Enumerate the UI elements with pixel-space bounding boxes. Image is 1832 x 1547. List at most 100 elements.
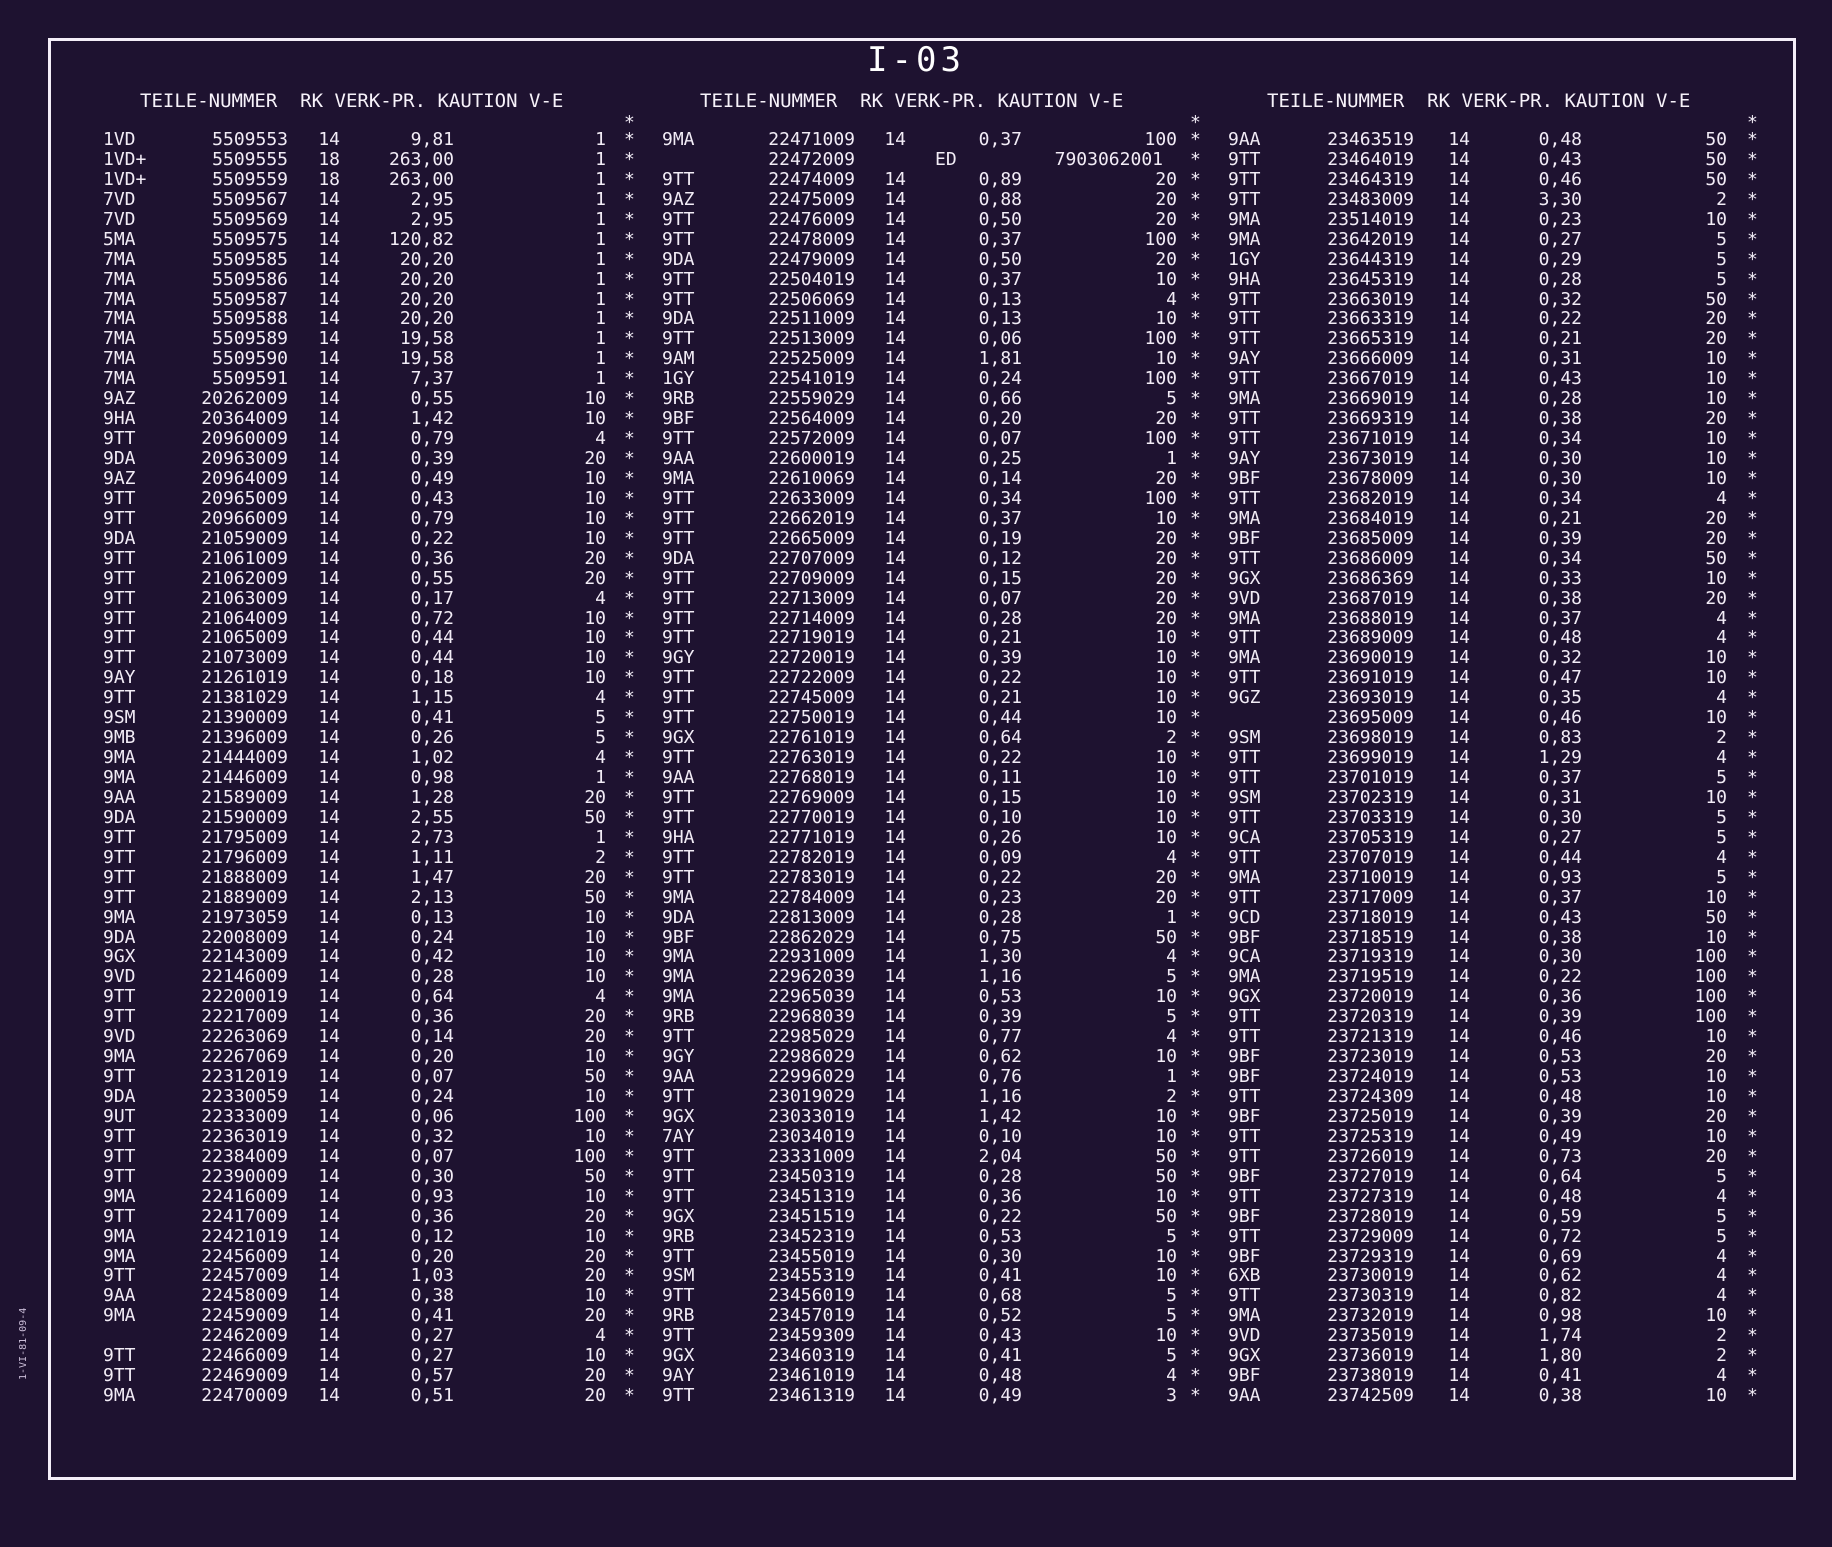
cell-rk: 14	[1448, 268, 1470, 290]
cell-code: 9MA	[1228, 228, 1261, 250]
cell-rk: 14	[1448, 587, 1470, 609]
cell-price: 0,47	[1538, 667, 1582, 689]
cell-code: 9GX	[1228, 1345, 1261, 1367]
cell-price: 0,39	[1538, 1006, 1582, 1028]
cell-part: 23730319	[1327, 1285, 1414, 1307]
cell-part: 23720319	[1327, 1006, 1414, 1028]
cell-code: 9MA	[1228, 1305, 1261, 1327]
cell-code: 9CA	[1228, 826, 1261, 848]
cell-code: 9MA	[1228, 388, 1261, 410]
cell-price: 0,34	[1538, 547, 1582, 569]
cell-code: 9TT	[1228, 1086, 1261, 1107]
cell-star: *	[1747, 1245, 1758, 1267]
cell-part: 23464319	[1327, 168, 1414, 190]
cell-ve: 10	[1705, 1125, 1727, 1147]
table-row: 9TT 23720319 14 0,39 100 *	[0, 1007, 1770, 1027]
cell-star: *	[1747, 1325, 1758, 1347]
cell-price: 0,82	[1538, 1285, 1582, 1307]
cell-ve: 50	[1705, 168, 1727, 190]
table-row: 9MA 23719519 14 0,22 100 *	[0, 967, 1770, 987]
cell-star: *	[1747, 607, 1758, 629]
cell-star: *	[1747, 268, 1758, 290]
cell-price: 0,62	[1538, 1265, 1582, 1287]
column-header-1: TEILE-NUMMER RK VERK-PR. KAUTION V-E	[140, 90, 563, 112]
table-row: 9BF 23724019 14 0,53 10 *	[0, 1067, 1770, 1087]
cell-part: 23707019	[1327, 846, 1414, 868]
table-row: 9HA 23645319 14 0,28 5 *	[0, 268, 1770, 290]
table-row: 9TT 23686009 14 0,34 50 *	[0, 547, 1770, 569]
cell-ve: 50	[1705, 288, 1727, 310]
cell-star: *	[1747, 1105, 1758, 1127]
cell-code: 9BF	[1228, 1046, 1261, 1068]
cell-ve: 10	[1705, 208, 1727, 230]
table-row: 9GX 23720019 14 0,36 100 *	[0, 987, 1770, 1007]
cell-code: 9TT	[1228, 667, 1261, 689]
cell-star: *	[1747, 986, 1758, 1008]
cell-rk: 14	[1448, 926, 1470, 948]
cell-code: 9TT	[1228, 886, 1261, 908]
cell-price: 0,49	[1538, 1125, 1582, 1147]
cell-ve: 4	[1716, 607, 1727, 629]
cell-star: *	[1747, 1185, 1758, 1207]
cell-part: 23690019	[1327, 647, 1414, 669]
header-rk: RK	[860, 90, 884, 112]
header-v-e: V-E	[1089, 90, 1124, 112]
cell-part: 23673019	[1327, 448, 1414, 469]
cell-ve: 20	[1705, 527, 1727, 549]
cell-rk: 14	[1448, 886, 1470, 908]
cell-ve: 50	[1705, 148, 1727, 170]
cell-ve: 10	[1705, 786, 1727, 808]
cell-star: *	[1747, 1265, 1758, 1287]
cell-rk: 14	[1448, 487, 1470, 509]
table-row: 9TT 23724309 14 0,48 10 *	[0, 1087, 1770, 1107]
cell-code: 9TT	[1228, 1145, 1261, 1167]
cell-ve: 5	[1716, 228, 1727, 250]
cell-part: 23721319	[1327, 1026, 1414, 1048]
cell-rk: 14	[1448, 1046, 1470, 1068]
cell-code: 9TT	[1228, 806, 1261, 828]
cell-code: 9BF	[1228, 1105, 1261, 1127]
cell-star: *	[1747, 707, 1758, 729]
cell-star: *	[1747, 627, 1758, 649]
cell-price: 0,39	[1538, 1105, 1582, 1127]
cell-rk: 14	[1448, 188, 1470, 210]
table-row: 9TT 23682019 14 0,34 4 *	[0, 487, 1770, 509]
cell-star: *	[1747, 1225, 1758, 1247]
cell-ve: 10	[1705, 707, 1727, 729]
table-row: 9BF 23718519 14 0,38 10 *	[0, 926, 1770, 948]
cell-price: 0,73	[1538, 1145, 1582, 1167]
cell-ve: 20	[1705, 507, 1727, 529]
cell-rk: 14	[1448, 647, 1470, 669]
table-row: 9SM 23702319 14 0,31 10 *	[0, 786, 1770, 808]
cell-code: 9MA	[1228, 647, 1261, 669]
cell-price: 0,37	[1538, 767, 1582, 788]
cell-star: *	[1747, 906, 1758, 928]
cell-code: 9TT	[1228, 767, 1261, 788]
cell-ve: 10	[1705, 1086, 1727, 1107]
cell-ve: 5	[1716, 1165, 1727, 1187]
table-row: 9TT 23691019 14 0,47 10 *	[0, 668, 1770, 688]
cell-code: 9VD	[1228, 587, 1261, 609]
cell-rk: 14	[1448, 1185, 1470, 1207]
cell-price: 0,28	[1538, 388, 1582, 410]
table-row: 9GX 23686369 14 0,33 10 *	[0, 568, 1770, 589]
cell-code: 9CA	[1228, 946, 1261, 968]
cell-price: 0,41	[1538, 1365, 1582, 1387]
cell-rk: 14	[1448, 1305, 1470, 1327]
cell-price: 0,72	[1538, 1225, 1582, 1247]
cell-ve: 50	[1705, 906, 1727, 928]
cell-ve: 10	[1705, 926, 1727, 948]
cell-star: *	[1747, 886, 1758, 908]
table-row: 9CD 23718019 14 0,43 50 *	[0, 906, 1770, 928]
cell-code: 9BF	[1228, 1365, 1261, 1387]
cell-part: 23663319	[1327, 308, 1414, 330]
side-reference-text: 1-VI-81-09-4	[18, 1307, 29, 1380]
table-row: 9TT 23721319 14 0,46 10 *	[0, 1027, 1770, 1047]
cell-rk: 14	[1448, 448, 1470, 469]
cell-star: *	[1747, 1305, 1758, 1327]
table-row: 1GY 23644319 14 0,29 5 *	[0, 248, 1770, 270]
cell-star: *	[1747, 806, 1758, 828]
cell-star: *	[1747, 248, 1758, 270]
cell-ve: 100	[1694, 966, 1727, 988]
header-rk: RK	[1427, 90, 1451, 112]
